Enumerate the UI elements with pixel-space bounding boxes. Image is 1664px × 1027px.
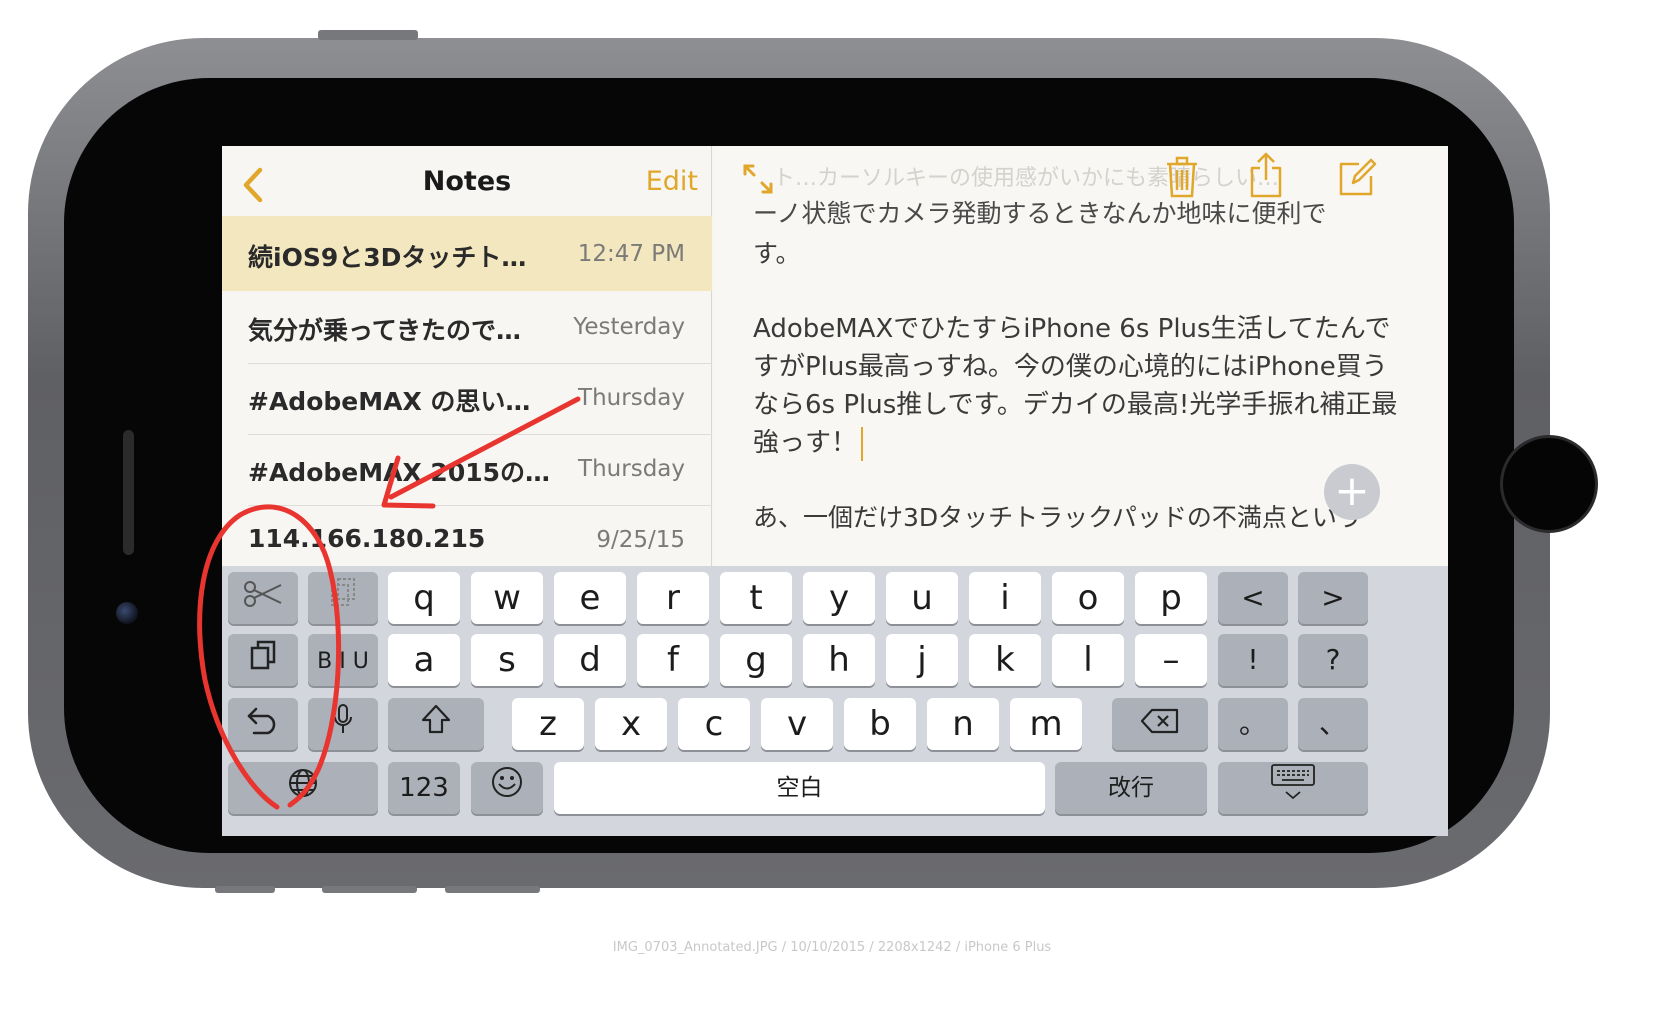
key-y[interactable]: y bbox=[803, 572, 875, 624]
numbers-key[interactable]: 123 bbox=[388, 762, 460, 814]
key-r[interactable]: r bbox=[637, 572, 709, 624]
scissors-icon bbox=[243, 578, 283, 618]
key-k[interactable]: k bbox=[969, 634, 1041, 686]
home-button[interactable] bbox=[1500, 435, 1598, 533]
key-w[interactable]: w bbox=[471, 572, 543, 624]
key-u[interactable]: u bbox=[886, 572, 958, 624]
screen: Notes Edit 続iOS9と3Dタッチト… 12:47 PM 気分が乗って… bbox=[222, 146, 1448, 836]
key-e[interactable]: e bbox=[554, 572, 626, 624]
note-paragraph: AdobeMAXでひたすらiPhone 6s Plus生活してたんですがPlus… bbox=[753, 310, 1403, 462]
emoji-key[interactable] bbox=[471, 762, 543, 814]
key-o[interactable]: o bbox=[1052, 572, 1124, 624]
sleep-button bbox=[318, 30, 418, 40]
key-l[interactable]: l bbox=[1052, 634, 1124, 686]
note-time: 12:47 PM bbox=[577, 241, 685, 267]
undo-icon bbox=[246, 704, 280, 744]
copy-key[interactable] bbox=[308, 572, 378, 624]
sidebar-title: Notes bbox=[422, 166, 512, 197]
undo-key[interactable] bbox=[228, 698, 298, 750]
globe-icon bbox=[287, 768, 319, 808]
notes-sidebar: Notes Edit 続iOS9と3Dタッチト… 12:47 PM 気分が乗って… bbox=[222, 146, 712, 566]
key-p[interactable]: p bbox=[1135, 572, 1207, 624]
sidebar-header: Notes Edit bbox=[222, 146, 712, 219]
space-key[interactable]: 空白 bbox=[554, 762, 1045, 814]
note-title: 続iOS9と3Dタッチト… bbox=[248, 243, 527, 272]
front-camera bbox=[116, 602, 138, 624]
globe-key[interactable] bbox=[228, 762, 378, 814]
note-row[interactable]: #AdobeMAX の思い… Thursday bbox=[222, 360, 712, 435]
volume-down-button bbox=[445, 886, 540, 893]
paste-icon bbox=[248, 640, 278, 680]
key-t[interactable]: t bbox=[720, 572, 792, 624]
key-b[interactable]: b bbox=[844, 698, 916, 750]
question-key[interactable]: ? bbox=[1298, 634, 1368, 686]
note-title: 気分が乗ってきたので… bbox=[248, 316, 522, 345]
edit-button[interactable]: Edit bbox=[646, 166, 698, 197]
key-j[interactable]: j bbox=[886, 634, 958, 686]
note-title: 114.166.180.215 bbox=[248, 524, 486, 553]
keyboard-dismiss-icon bbox=[1268, 764, 1318, 811]
exclamation-key[interactable]: ! bbox=[1218, 634, 1288, 686]
return-key[interactable]: 改行 bbox=[1055, 762, 1207, 814]
key-a[interactable]: a bbox=[388, 634, 460, 686]
cut-key[interactable] bbox=[228, 572, 298, 624]
image-caption: IMG_0703_Annotated.JPG / 10/10/2015 / 22… bbox=[612, 940, 1052, 955]
period-key[interactable]: 。 bbox=[1218, 698, 1288, 750]
add-button[interactable]: + bbox=[1324, 464, 1380, 520]
note-row[interactable]: #AdobeMAX 2015の… Thursday bbox=[222, 431, 712, 506]
note-title: #AdobeMAX 2015の… bbox=[248, 458, 551, 487]
note-paragraph-text: AdobeMAXでひたすらiPhone 6s Plus生活してたんですがPlus… bbox=[753, 314, 1398, 458]
emoji-icon bbox=[490, 767, 524, 808]
note-time: Thursday bbox=[578, 385, 685, 411]
note-time: 9/25/15 bbox=[596, 527, 685, 553]
note-time: Yesterday bbox=[573, 314, 685, 340]
key-m[interactable]: m bbox=[1010, 698, 1082, 750]
key-n[interactable]: n bbox=[927, 698, 999, 750]
shift-key[interactable] bbox=[388, 698, 484, 750]
paste-key[interactable] bbox=[228, 634, 298, 686]
biu-key[interactable]: B I U bbox=[308, 634, 378, 686]
key-i[interactable]: i bbox=[969, 572, 1041, 624]
comma-key[interactable]: 、 bbox=[1298, 698, 1368, 750]
japanese-keyboard: B I U q w e r t y u i o p a s d f g h j … bbox=[222, 566, 1448, 836]
note-body[interactable]: ーノ状態でカメラ発動するときなんか地味に便利で す。 AdobeMAXでひたすら… bbox=[753, 199, 1403, 538]
volume-up-button bbox=[322, 886, 417, 893]
key-f[interactable]: f bbox=[637, 634, 709, 686]
dictation-key[interactable] bbox=[308, 698, 378, 750]
microphone-icon bbox=[332, 704, 354, 744]
note-editor[interactable]: ト…カーソルキーの使用感がいかにも素晴らしい… ーノ状態でカメラ発動するときなん… bbox=[713, 146, 1448, 566]
key-q[interactable]: q bbox=[388, 572, 460, 624]
earpiece-speaker bbox=[123, 430, 134, 555]
shift-icon bbox=[420, 704, 452, 744]
key-z[interactable]: z bbox=[512, 698, 584, 750]
dismiss-keyboard-key[interactable] bbox=[1218, 762, 1368, 814]
right-arrow-key[interactable]: > bbox=[1298, 572, 1368, 624]
key-h[interactable]: h bbox=[803, 634, 875, 686]
left-arrow-key[interactable]: < bbox=[1218, 572, 1288, 624]
note-line: す。 bbox=[753, 239, 801, 268]
key-c[interactable]: c bbox=[678, 698, 750, 750]
biu-icon: B I U bbox=[317, 649, 369, 674]
text-cursor bbox=[861, 426, 864, 461]
note-line: ーノ状態でカメラ発動するときなんか地味に便利で bbox=[753, 199, 1327, 228]
key-g[interactable]: g bbox=[720, 634, 792, 686]
note-time: Thursday bbox=[578, 456, 685, 482]
key-v[interactable]: v bbox=[761, 698, 833, 750]
note-row[interactable]: 気分が乗ってきたので… Yesterday bbox=[222, 289, 712, 364]
note-line: あ、一個だけ3Dタッチトラックパッドの不満点という bbox=[753, 503, 1362, 532]
volume-button bbox=[215, 886, 275, 893]
scrolled-heading: ト…カーソルキーの使用感がいかにも素晴らしい… bbox=[773, 166, 1280, 191]
delete-key[interactable] bbox=[1112, 698, 1208, 750]
key-dash[interactable]: – bbox=[1135, 634, 1207, 686]
note-title: #AdobeMAX の思い… bbox=[248, 387, 531, 416]
key-s[interactable]: s bbox=[471, 634, 543, 686]
copy-icon bbox=[328, 578, 358, 618]
backspace-icon bbox=[1140, 704, 1180, 744]
note-row[interactable]: 続iOS9と3Dタッチト… 12:47 PM bbox=[222, 216, 712, 291]
key-x[interactable]: x bbox=[595, 698, 667, 750]
key-d[interactable]: d bbox=[554, 634, 626, 686]
